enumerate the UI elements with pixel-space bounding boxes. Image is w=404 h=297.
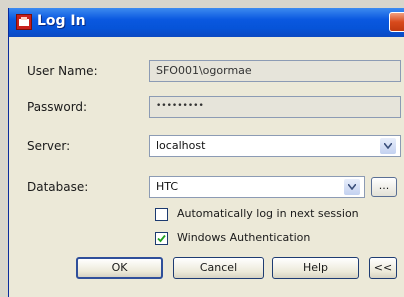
collapse-button[interactable]: <<	[369, 257, 397, 279]
server-select[interactable]: localhost	[149, 135, 401, 157]
ok-button[interactable]: OK	[76, 257, 163, 279]
server-label: Server:	[27, 139, 71, 153]
windows-auth-label: Windows Authentication	[177, 231, 311, 244]
password-field[interactable]: •••••••••	[149, 96, 401, 118]
database-value: HTC	[156, 180, 179, 193]
user-name-field[interactable]: SFO001\ogormae	[149, 60, 401, 82]
close-icon[interactable]	[389, 12, 404, 32]
chevron-down-icon[interactable]	[344, 179, 360, 195]
chevron-down-icon[interactable]	[380, 138, 396, 154]
cancel-button[interactable]: Cancel	[173, 257, 264, 279]
auto-login-label: Automatically log in next session	[177, 207, 359, 220]
user-name-label: User Name:	[27, 64, 98, 78]
server-value: localhost	[156, 139, 206, 152]
login-dialog: Log In User Name: SFO001\ogormae Passwor…	[8, 8, 404, 297]
windows-auth-checkbox[interactable]	[155, 232, 168, 245]
browse-database-button[interactable]: ...	[371, 177, 397, 197]
database-select[interactable]: HTC	[149, 176, 365, 198]
app-icon	[16, 14, 32, 30]
window-title: Log In	[37, 13, 86, 29]
auto-login-checkbox[interactable]	[155, 208, 168, 221]
help-button[interactable]: Help	[272, 257, 359, 279]
database-label: Database:	[27, 180, 89, 194]
password-label: Password:	[27, 100, 88, 114]
checkmark-icon	[157, 234, 166, 243]
title-bar[interactable]: Log In	[9, 8, 404, 37]
